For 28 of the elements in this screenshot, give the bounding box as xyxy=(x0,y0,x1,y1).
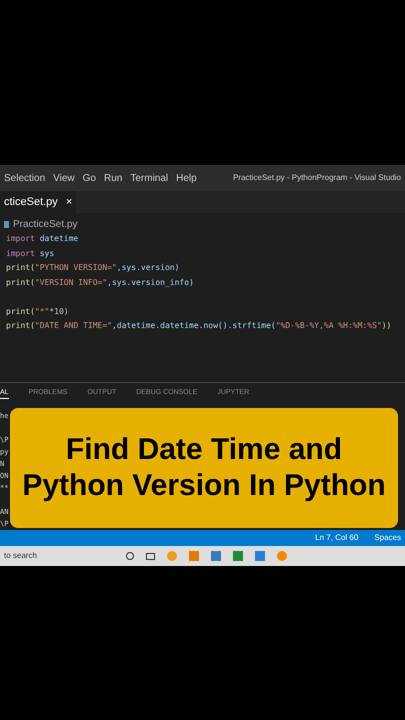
code-line: print("VERSION INFO=",sys.version_info) xyxy=(6,276,194,289)
code-line: print("DATE AND TIME=",datetime.datetime.now().strftime("%D-%B-%Y,%A %H:%M:%S")) xyxy=(6,320,392,332)
app-icon[interactable] xyxy=(167,551,177,561)
window-icon[interactable] xyxy=(146,552,155,560)
code-line: import datetime xyxy=(6,233,78,245)
code-line: import sys xyxy=(6,248,54,260)
breadcrumb[interactable]: PracticeSet.py xyxy=(13,217,78,232)
menu-item[interactable]: Help xyxy=(176,170,197,186)
app-icon[interactable] xyxy=(211,551,221,561)
python-file-icon xyxy=(4,221,9,228)
app-icon[interactable] xyxy=(189,551,199,561)
app-icon[interactable] xyxy=(255,551,265,561)
app-icon[interactable] xyxy=(277,551,287,561)
menu-item[interactable]: Run xyxy=(104,170,122,186)
search-field[interactable]: to search xyxy=(4,550,64,562)
menu-item[interactable]: Terminal xyxy=(130,170,168,186)
indent-setting: Spaces xyxy=(374,532,401,544)
code-line: print("*"*10) xyxy=(6,306,69,318)
menu-item[interactable]: Selection xyxy=(4,170,46,186)
menu-item[interactable]: Go xyxy=(82,170,96,186)
menu-item[interactable]: View xyxy=(53,170,75,186)
editor-tab[interactable]: cticeSet.py × xyxy=(0,191,76,213)
window-title: PracticeSet.py - PythonProgram - Visual Studio xyxy=(233,172,401,184)
close-icon[interactable]: × xyxy=(66,194,72,210)
code-line: print("PYTHON VERSION=",sys.version) xyxy=(6,262,180,274)
app-icon[interactable] xyxy=(233,551,243,561)
cursor-position: Ln 7, Col 60 xyxy=(315,532,358,544)
video-title: Find Date Time and Python Version In Python xyxy=(21,432,387,504)
